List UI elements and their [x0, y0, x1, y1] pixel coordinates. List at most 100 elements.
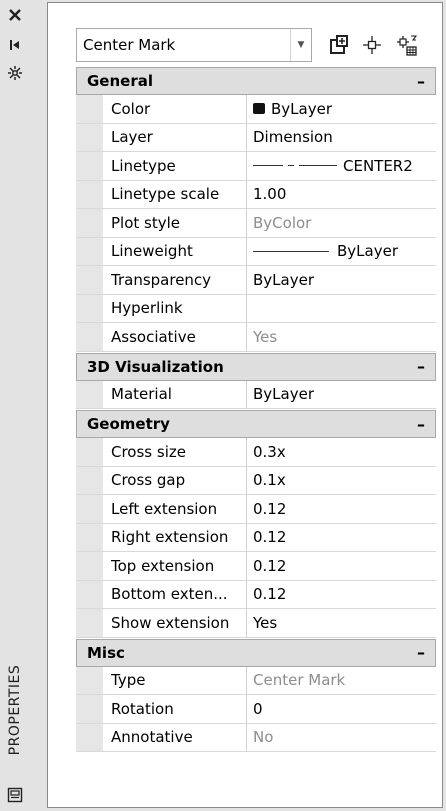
category-title: 3D Visualization: [87, 357, 224, 376]
property-name: Linetype: [103, 152, 247, 180]
category-header-misc[interactable]: Misc –: [76, 638, 436, 667]
property-row-hyperlink[interactable]: Hyperlink: [76, 294, 436, 323]
property-name: Material: [103, 380, 247, 408]
properties-panel-icon[interactable]: [4, 784, 26, 806]
property-value[interactable]: 0.1x: [247, 467, 436, 495]
property-name: Associative: [103, 323, 247, 351]
property-name: Right extension: [103, 523, 247, 551]
row-gutter: [76, 580, 103, 608]
property-value-text: 0.12: [253, 556, 287, 575]
property-row-left-extension[interactable]: Left extension 0.12: [76, 495, 436, 524]
row-gutter: [76, 152, 103, 180]
property-value: Yes: [247, 323, 436, 351]
property-value[interactable]: ByLayer: [247, 95, 436, 123]
object-type-select[interactable]: Center Mark ▼: [76, 28, 312, 62]
property-value-text: 0.3x: [253, 442, 286, 461]
property-row-top-extension[interactable]: Top extension 0.12: [76, 552, 436, 581]
property-name: Annotative: [103, 723, 247, 751]
property-value[interactable]: ByLayer: [247, 238, 436, 266]
property-row-annotative[interactable]: Annotative No: [76, 723, 436, 752]
property-row-material[interactable]: Material ByLayer: [76, 380, 436, 409]
row-gutter: [76, 237, 103, 265]
row-gutter: [76, 209, 103, 237]
close-icon[interactable]: [4, 4, 26, 26]
property-row-layer[interactable]: Layer Dimension: [76, 123, 436, 152]
row-gutter: [76, 495, 103, 523]
collapse-icon[interactable]: –: [417, 357, 425, 376]
palette-title-bar: PROPERTIES: [0, 0, 47, 811]
property-value: ByColor: [247, 209, 436, 237]
row-gutter: [76, 180, 103, 208]
property-value[interactable]: 0.12: [247, 552, 436, 580]
toggle-pickadd-icon: [330, 35, 348, 54]
property-value[interactable]: 0.3x: [247, 438, 436, 466]
property-value[interactable]: 0: [247, 695, 436, 723]
category-header-general[interactable]: General –: [76, 67, 436, 95]
property-value[interactable]: Dimension: [247, 124, 436, 152]
category-header-geometry[interactable]: Geometry –: [76, 410, 436, 438]
property-name: Transparency: [103, 266, 247, 294]
collapse-icon[interactable]: –: [417, 72, 425, 91]
category-header-3d-visualization[interactable]: 3D Visualization –: [76, 352, 436, 381]
property-value[interactable]: 0.12: [247, 524, 436, 552]
property-value[interactable]: 0.12: [247, 581, 436, 609]
property-value: Center Mark: [247, 667, 436, 695]
property-row-color[interactable]: Color ByLayer: [76, 95, 436, 124]
property-value-text: ByLayer: [253, 270, 314, 289]
property-value[interactable]: Yes: [247, 609, 436, 637]
property-value-text: Center Mark: [253, 671, 346, 690]
property-row-cross-size[interactable]: Cross size 0.3x: [76, 438, 436, 467]
property-row-cross-gap[interactable]: Cross gap 0.1x: [76, 466, 436, 495]
property-value[interactable]: ByLayer: [247, 266, 436, 294]
property-value[interactable]: 1.00: [247, 181, 436, 209]
row-gutter: [76, 323, 103, 351]
row-gutter: [76, 294, 103, 322]
linetype-preview-icon: [253, 165, 337, 167]
property-value[interactable]: ByLayer: [247, 381, 436, 409]
row-gutter: [76, 552, 103, 580]
property-row-right-extension[interactable]: Right extension 0.12: [76, 523, 436, 552]
palette-title: PROPERTIES: [7, 664, 23, 756]
property-row-lineweight[interactable]: Lineweight ByLayer: [76, 237, 436, 266]
collapse-icon[interactable]: –: [417, 415, 425, 434]
settings-icon[interactable]: [4, 62, 26, 84]
property-name: Left extension: [103, 495, 247, 523]
property-name: Layer: [103, 123, 247, 151]
property-row-transparency[interactable]: Transparency ByLayer: [76, 266, 436, 295]
property-value-text: CENTER2: [343, 156, 413, 175]
property-row-bottom-exten[interactable]: Bottom exten... 0.12: [76, 580, 436, 609]
property-value-text: ByLayer: [337, 242, 398, 261]
row-gutter: [76, 266, 103, 294]
lineweight-preview-icon: [253, 250, 329, 252]
category-title: General: [87, 72, 153, 90]
color-swatch-icon: [253, 103, 265, 115]
property-value-text: 0.1x: [253, 471, 286, 490]
property-name: Rotation: [103, 695, 247, 723]
autohide-icon[interactable]: [4, 34, 26, 56]
row-gutter: [76, 723, 103, 751]
property-value[interactable]: [247, 295, 436, 323]
row-gutter: [76, 609, 103, 637]
property-row-type[interactable]: Type Center Mark: [76, 666, 436, 695]
property-row-plot-style[interactable]: Plot style ByColor: [76, 209, 436, 238]
property-name: Linetype scale: [103, 180, 247, 208]
quick-select-button[interactable]: [394, 32, 420, 58]
row-gutter: [76, 95, 103, 123]
toggle-pickadd-button[interactable]: [326, 32, 352, 58]
property-value[interactable]: CENTER2: [247, 152, 436, 180]
row-gutter: [76, 123, 103, 151]
chevron-down-icon[interactable]: ▼: [290, 29, 311, 61]
property-name: Hyperlink: [103, 294, 247, 322]
property-row-linetype[interactable]: Linetype CENTER2: [76, 152, 436, 181]
property-row-associative[interactable]: Associative Yes: [76, 323, 436, 352]
property-row-linetype-scale[interactable]: Linetype scale 1.00: [76, 180, 436, 209]
property-value[interactable]: 0.12: [247, 495, 436, 523]
property-row-rotation[interactable]: Rotation 0: [76, 695, 436, 724]
select-objects-button[interactable]: [359, 32, 385, 58]
property-name: Top extension: [103, 552, 247, 580]
toolbar: Center Mark ▼: [76, 28, 436, 64]
property-value-text: Dimension: [253, 128, 333, 147]
collapse-icon[interactable]: –: [417, 643, 425, 662]
row-gutter: [76, 438, 103, 466]
property-row-show-extension[interactable]: Show extension Yes: [76, 609, 436, 638]
